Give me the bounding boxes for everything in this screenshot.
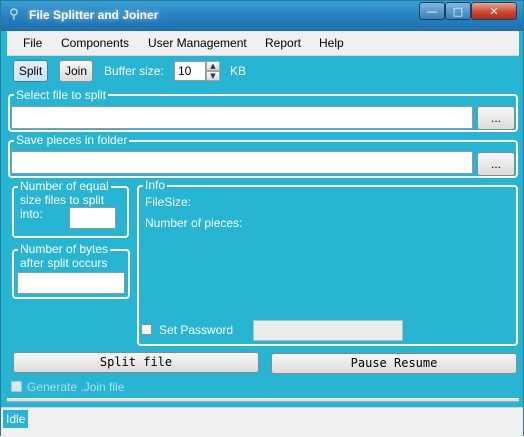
save-folder-input[interactable] [11,151,473,174]
browse-file-button[interactable]: ... [477,106,515,130]
filesize-label: FileSize: [145,195,192,209]
window-title: File Splitter and Joiner [29,8,159,22]
browse-folder-button[interactable]: ... [477,152,515,176]
select-file-title: Select file to split [14,88,109,102]
status-bar: Idle [1,407,523,437]
app-window: ⚲ File Splitter and Joiner — □ ✕ File Co… [0,0,524,437]
equal-files-input[interactable] [69,207,116,229]
menu-file[interactable]: File [23,36,42,50]
buffer-size-input[interactable]: 10 [174,61,206,81]
status-text: Idle [3,410,29,428]
save-folder-title: Save pieces in folder [14,133,130,147]
minimize-button[interactable]: — [419,2,445,20]
menu-report[interactable]: Report [265,36,301,50]
set-password-checkbox[interactable] [141,324,152,335]
menu-components[interactable]: Components [61,36,129,50]
checkmark-icon: ✓ [12,379,21,390]
buffer-unit-label: KB [230,64,247,78]
progress-bar [7,398,519,402]
menu-help[interactable]: Help [319,36,344,50]
select-file-input[interactable] [11,106,473,129]
app-icon: ⚲ [9,7,19,22]
set-password-label: Set Password [159,323,234,337]
pause-resume-button[interactable]: Pause Resume [271,353,517,374]
bytes-split-input[interactable] [17,272,125,294]
info-title: Info [143,178,168,192]
generate-join-checkbox[interactable]: ✓ [11,379,22,392]
menu-user-management[interactable]: User Management [148,36,247,50]
chevron-up-icon[interactable]: ▲ [206,61,220,71]
join-mode-button[interactable]: Join [59,60,93,82]
bytes-split-title: Number of bytes after split occurs [18,242,111,270]
title-bar[interactable]: ⚲ File Splitter and Joiner — □ ✕ [1,1,523,31]
password-input[interactable] [253,320,403,341]
pieces-label: Number of pieces: [145,216,243,230]
generate-join-label: Generate .Join file [27,380,125,394]
menu-bar: File Components User Management Report H… [7,31,519,56]
main-panel: Split Join Buffer size: 10 ▲ ▼ KB Select… [7,56,519,430]
close-button[interactable]: ✕ [471,2,517,20]
maximize-button[interactable]: □ [445,2,471,20]
split-file-button[interactable]: Split file [13,352,259,373]
buffer-size-label: Buffer size: [104,64,164,78]
chevron-down-icon[interactable]: ▼ [206,71,220,81]
split-mode-button[interactable]: Split [13,60,48,82]
